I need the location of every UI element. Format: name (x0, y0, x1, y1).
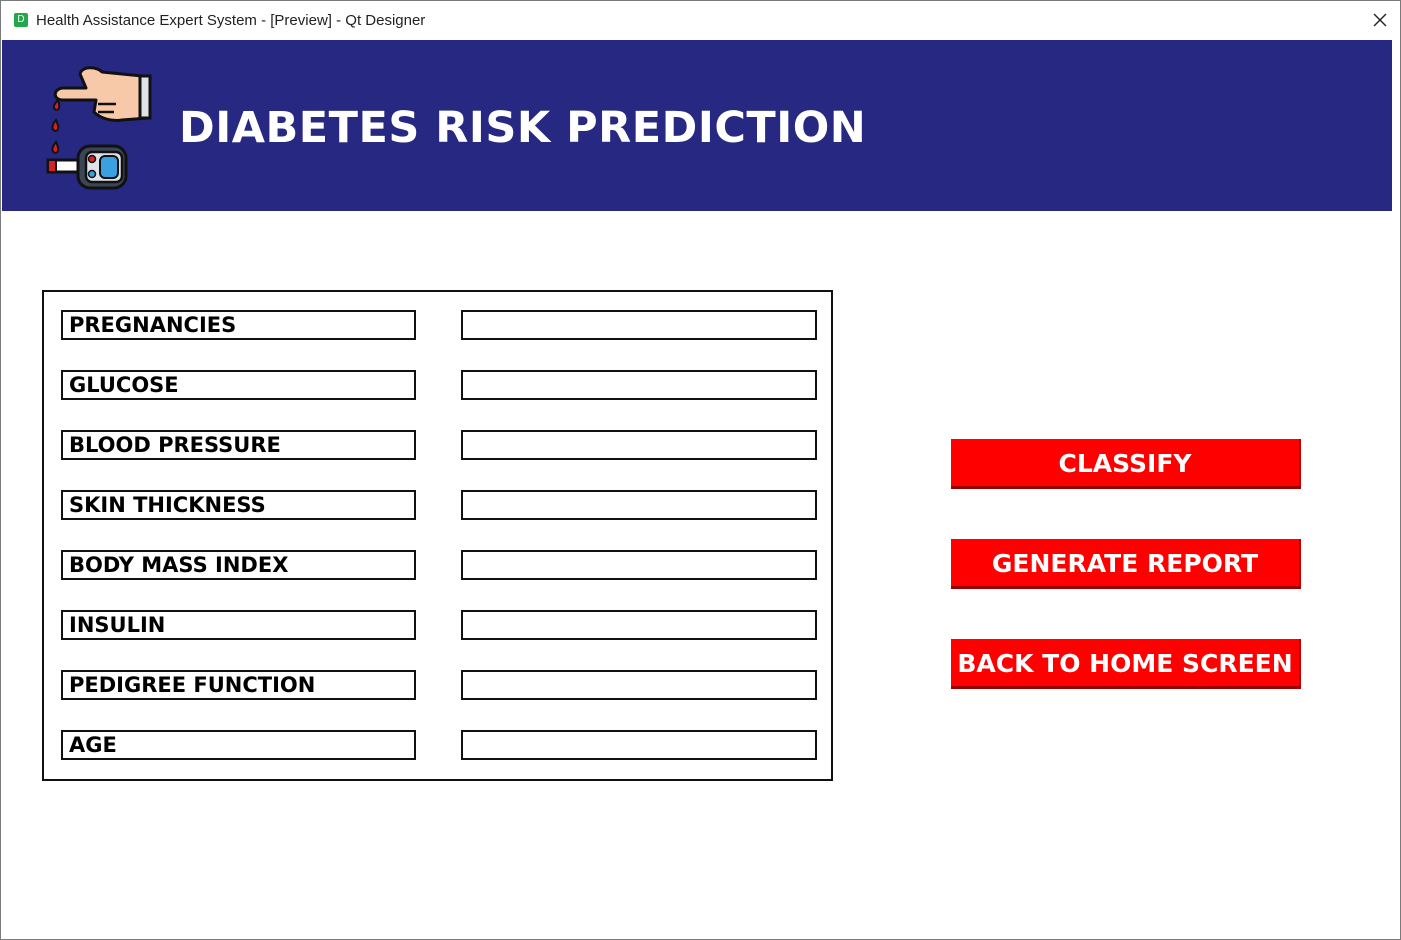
age-input[interactable] (461, 730, 817, 760)
input-form-panel (42, 290, 833, 781)
label-glucose: GLUCOSE (61, 370, 416, 400)
classify-button[interactable]: CLASSIFY (951, 439, 1301, 489)
label-pregnancies: PREGNANCIES (61, 310, 416, 340)
title-bar: D Health Assistance Expert System - [Pre… (1, 1, 1400, 39)
label-skin-thickness: SKIN THICKNESS (61, 490, 416, 520)
label-pedigree-function: PEDIGREE FUNCTION (61, 670, 416, 700)
label-insulin: INSULIN (61, 610, 416, 640)
generate-report-button[interactable]: GENERATE REPORT (951, 539, 1301, 589)
app-window: D Health Assistance Expert System - [Pre… (0, 0, 1401, 940)
label-body-mass-index: BODY MASS INDEX (61, 550, 416, 580)
close-icon (1373, 13, 1387, 27)
close-button[interactable] (1365, 7, 1395, 33)
label-blood-pressure: BLOOD PRESSURE (61, 430, 416, 460)
glucose-meter-icon (42, 60, 154, 190)
blood-pressure-input[interactable] (461, 430, 817, 460)
pregnancies-input[interactable] (461, 310, 817, 340)
back-to-home-button[interactable]: BACK TO HOME SCREEN (951, 639, 1301, 689)
insulin-input[interactable] (461, 610, 817, 640)
label-age: AGE (61, 730, 416, 760)
header-banner: DIABETES RISK PREDICTION (2, 40, 1392, 211)
skin-thickness-input[interactable] (461, 490, 817, 520)
glucose-input[interactable] (461, 370, 817, 400)
page-title: DIABETES RISK PREDICTION (179, 103, 867, 153)
app-icon: D (14, 13, 28, 27)
body-mass-index-input[interactable] (461, 550, 817, 580)
window-title: Health Assistance Expert System - [Previ… (36, 12, 426, 29)
pedigree-function-input[interactable] (461, 670, 817, 700)
